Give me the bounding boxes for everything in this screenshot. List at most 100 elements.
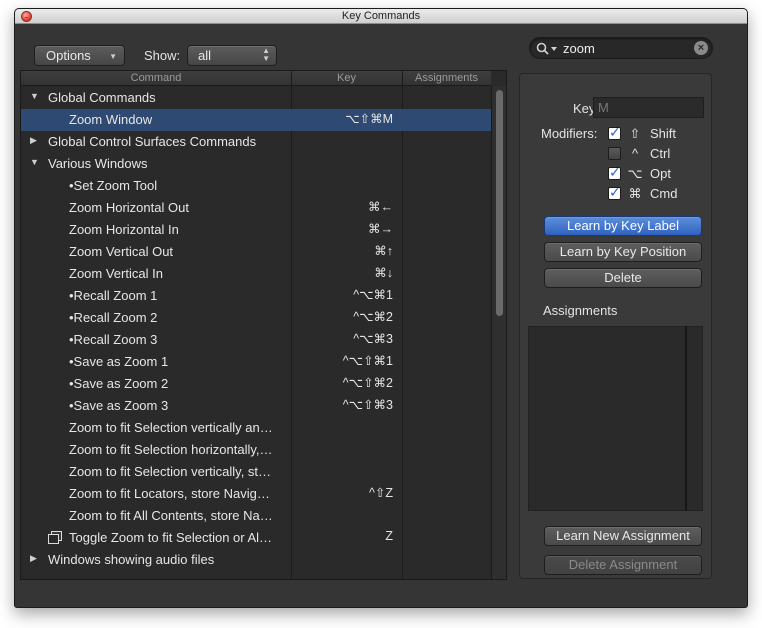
search-input-value[interactable]: zoom [563, 41, 595, 56]
command-name: •Recall Zoom 2 [69, 310, 158, 325]
command-name: Zoom to fit All Contents, store Na… [69, 508, 273, 523]
table-row[interactable]: Zoom Horizontal In ⌘→ [21, 219, 491, 241]
show-filter-value: all [198, 48, 212, 63]
command-name: Zoom Horizontal In [69, 222, 179, 237]
key-input[interactable]: M [593, 97, 704, 118]
show-filter-select[interactable]: all ▲ ▼ [187, 45, 277, 66]
delete-button[interactable]: Delete [544, 268, 702, 288]
command-key: ^⌥⇧⌘1 [342, 354, 393, 368]
modifier-opt-checkbox[interactable] [608, 164, 621, 181]
search-field[interactable]: zoom × [529, 37, 713, 59]
column-header-command[interactable]: Command [21, 71, 291, 86]
search-icon[interactable] [536, 42, 558, 55]
table-row[interactable]: •Recall Zoom 1 ^⌥⌘1 [21, 285, 491, 307]
scrollbar-thumb[interactable] [496, 90, 503, 316]
disclosure-closed-icon[interactable]: ▶ [30, 135, 37, 146]
table-row[interactable]: •Recall Zoom 3 ^⌥⌘3 [21, 329, 491, 351]
table-row[interactable]: ▶ Windows showing audio files [21, 549, 491, 571]
command-name: Zoom Window [69, 112, 153, 127]
modifier-shift-symbol: ⇧ [629, 126, 641, 141]
command-key: ^⌥⌘2 [353, 310, 393, 324]
table-scrollbar[interactable] [491, 86, 506, 579]
command-key: ⌘↑ [374, 244, 393, 258]
table-row[interactable]: •Recall Zoom 2 ^⌥⌘2 [21, 307, 491, 329]
command-name: •Save as Zoom 3 [69, 398, 169, 413]
command-name: Zoom to fit Locators, store Navig… [69, 486, 270, 501]
command-key: ^⌥⇧⌘3 [342, 398, 393, 412]
command-name: Global Control Surfaces Commands [48, 134, 257, 149]
table-row[interactable]: ▼ Various Windows [21, 153, 491, 175]
command-name: Zoom to fit Selection horizontally,… [69, 442, 273, 457]
modifier-cmd-checkbox[interactable] [608, 184, 621, 201]
disclosure-closed-icon[interactable]: ▶ [30, 553, 37, 564]
modifier-shift-label: Shift [650, 126, 677, 141]
command-name: •Save as Zoom 1 [69, 354, 169, 369]
command-name: Windows showing audio files [48, 552, 215, 567]
learn-by-key-label-button[interactable]: Learn by Key Label [544, 216, 702, 236]
command-name: Zoom Horizontal Out [69, 200, 189, 215]
command-name: Global Commands [48, 90, 156, 105]
table-row[interactable]: •Save as Zoom 2 ^⌥⇧⌘2 [21, 373, 491, 395]
table-row[interactable]: •Save as Zoom 3 ^⌥⇧⌘3 [21, 395, 491, 417]
modifiers-label: Modifiers: [541, 126, 598, 141]
table-row[interactable]: Zoom Horizontal Out ⌘← [21, 197, 491, 219]
modifier-cmd-label: Cmd [650, 186, 678, 201]
command-name: Various Windows [48, 156, 148, 171]
modifier-ctrl-symbol: ^ [631, 146, 639, 161]
table-row[interactable]: •Save as Zoom 1 ^⌥⇧⌘1 [21, 351, 491, 373]
command-key: ^⇧Z [369, 486, 393, 500]
command-name: •Save as Zoom 2 [69, 376, 169, 391]
table-row[interactable]: ▼ Global Commands [21, 87, 491, 109]
modifier-ctrl-label: Ctrl [650, 146, 671, 161]
table-row[interactable]: Zoom Vertical Out ⌘↑ [21, 241, 491, 263]
table-row[interactable]: •Set Zoom Tool [21, 175, 491, 197]
window-title: Key Commands [341, 10, 421, 22]
learn-new-assignment-button[interactable]: Learn New Assignment [544, 526, 702, 546]
assignments-divider [685, 326, 687, 511]
modifier-shift-checkbox[interactable] [608, 124, 621, 141]
command-name: Zoom Vertical Out [69, 244, 174, 259]
table-row[interactable]: Zoom to fit All Contents, store Na… [21, 505, 491, 527]
command-key: ^⌥⇧⌘2 [342, 376, 393, 390]
table-row[interactable]: ▶ Global Control Surfaces Commands [21, 131, 491, 153]
assignments-heading: Assignments [543, 303, 618, 318]
disclosure-open-icon[interactable]: ▼ [30, 91, 39, 101]
table-header: Command Key Assignments [21, 71, 491, 86]
options-label: Options [46, 48, 91, 63]
table-row[interactable]: Zoom to fit Locators, store Navig… ^⇧Z [21, 483, 491, 505]
table-row[interactable]: Zoom Vertical In ⌘↓ [21, 263, 491, 285]
modifier-opt-symbol: ⌥ [627, 166, 643, 181]
clear-search-icon[interactable]: × [694, 41, 708, 55]
command-name: •Recall Zoom 3 [69, 332, 158, 347]
show-label: Show: [144, 48, 181, 63]
table-row[interactable]: Zoom to fit Selection vertically, st… [21, 461, 491, 483]
command-key: ^⌥⌘3 [353, 332, 393, 346]
column-header-key[interactable]: Key [291, 71, 402, 86]
modifier-opt-label: Opt [650, 166, 671, 181]
close-window-button[interactable] [21, 11, 32, 22]
command-key: ⌥⇧⌘M [345, 112, 393, 126]
command-name: Zoom to fit Selection vertically an… [69, 420, 273, 435]
command-name: Zoom to fit Selection vertically, st… [69, 464, 272, 479]
commands-table: Command Key Assignments ▼ Global Commands… [20, 70, 507, 580]
command-key: ⌘↓ [374, 266, 393, 280]
delete-assignment-button[interactable]: Delete Assignment [544, 555, 702, 575]
command-name: •Set Zoom Tool [69, 178, 158, 193]
assignments-list[interactable] [528, 326, 703, 511]
column-header-assignments[interactable]: Assignments [402, 71, 491, 86]
table-row[interactable]: Zoom Window ⌥⇧⌘M [21, 109, 491, 131]
options-menu-button[interactable]: Options ▼ [34, 45, 125, 66]
table-body: ▼ Global Commands Zoom Window ⌥⇧⌘M ▶ Global C… [21, 87, 491, 571]
table-row[interactable]: Toggle Zoom to fit Selection or Al… Z [21, 527, 491, 549]
table-row[interactable]: Zoom to fit Selection horizontally,… [21, 439, 491, 461]
command-key: ⌘→ [368, 222, 393, 236]
command-name: •Recall Zoom 1 [69, 288, 158, 303]
command-key: Z [385, 529, 393, 543]
table-row[interactable]: Zoom to fit Selection vertically an… [21, 417, 491, 439]
modifier-ctrl-checkbox[interactable] [608, 147, 621, 160]
disclosure-open-icon[interactable]: ▼ [30, 157, 39, 167]
title-bar: Key Commands [15, 9, 747, 24]
command-name: Zoom Vertical In [69, 266, 163, 281]
learn-by-key-position-button[interactable]: Learn by Key Position [544, 242, 702, 262]
chevron-down-icon: ▼ [109, 52, 117, 61]
